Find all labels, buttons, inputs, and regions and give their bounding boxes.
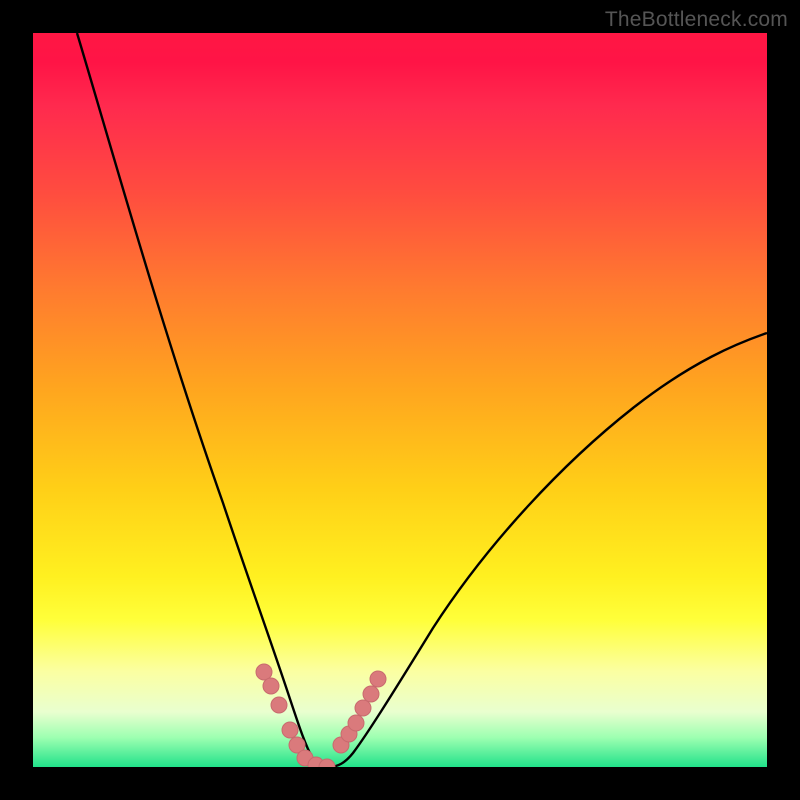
marker-group	[256, 664, 386, 767]
marker-dot	[348, 715, 364, 731]
marker-dot	[271, 697, 287, 713]
marker-dot	[256, 664, 272, 680]
outer-frame: TheBottleneck.com	[0, 0, 800, 800]
watermark-text: TheBottleneck.com	[605, 8, 788, 32]
marker-dot	[355, 700, 371, 716]
marker-dot	[363, 686, 379, 702]
marker-dot	[263, 678, 279, 694]
left-curve	[77, 33, 328, 767]
chart-svg	[33, 33, 767, 767]
plot-area	[33, 33, 767, 767]
marker-dot	[370, 671, 386, 687]
right-curve	[328, 333, 767, 767]
marker-dot	[282, 722, 298, 738]
